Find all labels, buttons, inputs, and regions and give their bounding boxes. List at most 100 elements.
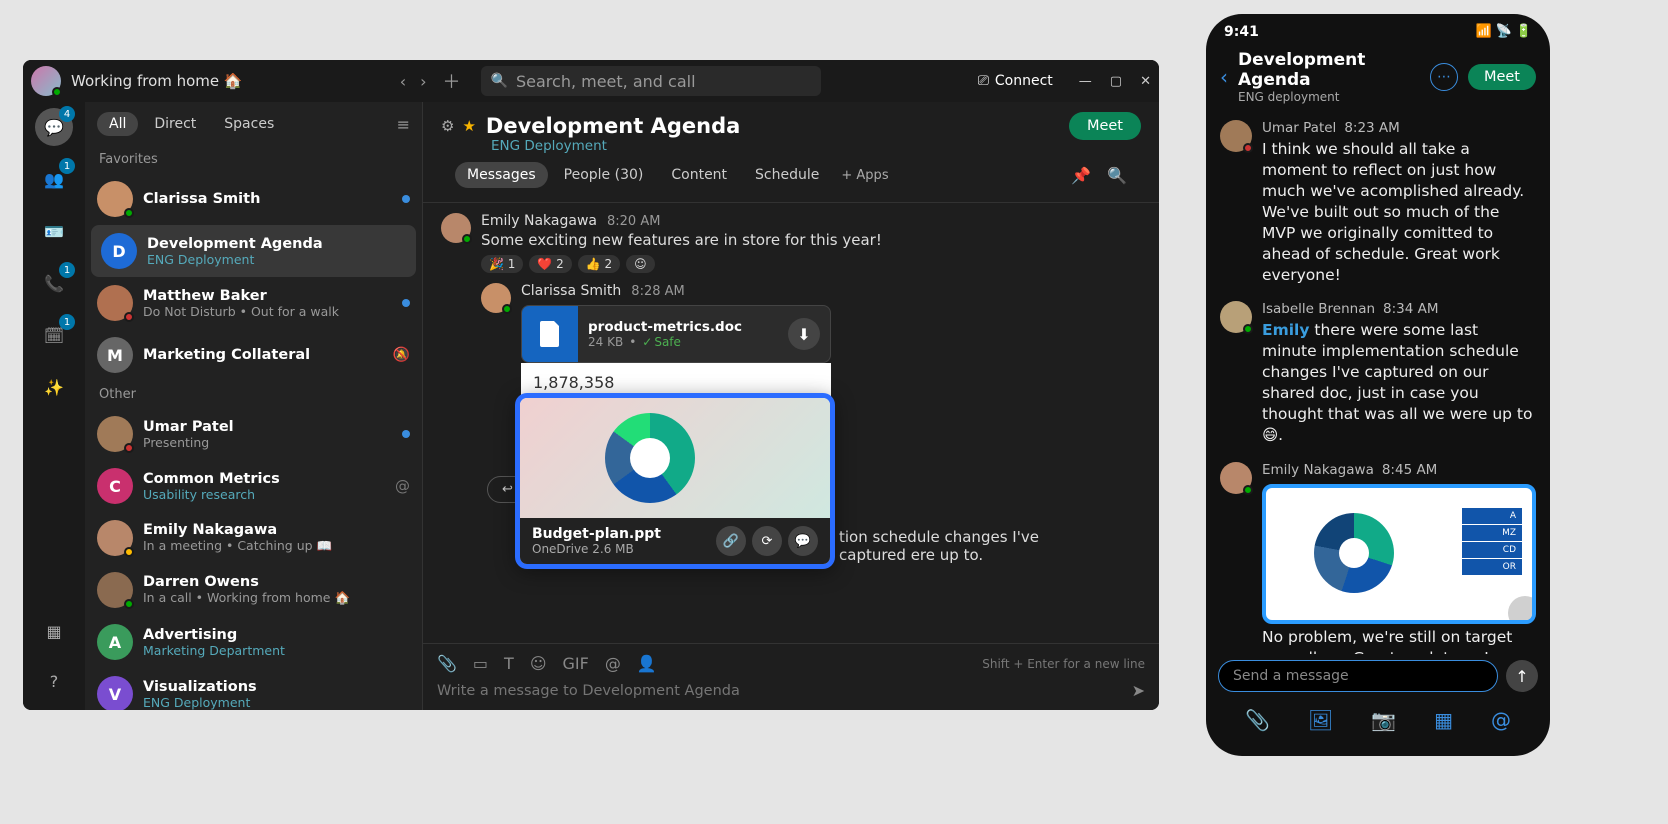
rail-activity[interactable]: ✨ <box>35 368 73 406</box>
rail-help[interactable]: ? <box>35 662 73 700</box>
nav-back-icon[interactable]: ‹ <box>400 72 406 91</box>
filter-direct[interactable]: Direct <box>142 112 208 136</box>
tab-people[interactable]: People (30) <box>552 162 656 188</box>
mention-icon[interactable]: @ <box>605 654 621 673</box>
mobile-image-icon[interactable]: 🖼 <box>1308 708 1333 732</box>
filter-menu-icon[interactable]: ≡ <box>397 115 410 134</box>
onedrive-file-name: Budget-plan.ppt <box>532 526 710 542</box>
mobile-mention-icon[interactable]: @ <box>1491 708 1511 732</box>
search-in-space-icon[interactable]: 🔍 <box>1107 166 1127 185</box>
msg-author: Isabelle Brennan <box>1262 301 1375 317</box>
rail-apps[interactable]: ▦ <box>35 612 73 650</box>
mobile-toolbar: 📎 🖼 📷 ▦ @ <box>1206 698 1550 756</box>
donut-chart-icon <box>1314 513 1394 593</box>
conversation-item[interactable]: AAdvertisingMarketing Department <box>85 616 422 668</box>
tab-schedule[interactable]: Schedule <box>743 162 831 188</box>
conversation-item[interactable]: DDevelopment AgendaENG Deployment <box>91 225 416 277</box>
message-input[interactable] <box>437 683 1132 699</box>
close-button[interactable]: ✕ <box>1140 74 1151 89</box>
onedrive-file-meta: OneDrive 2.6 MB <box>532 542 710 556</box>
mobile-msg: Isabelle Brennan 8:34 AM Emily there were … <box>1220 301 1536 446</box>
rail-contacts[interactable]: 🪪 <box>35 212 73 250</box>
mobile-gif-icon[interactable]: ▦ <box>1434 708 1453 732</box>
mobile-app: 9:41 📶 📡 🔋 ‹ Development Agenda ENG depl… <box>1206 14 1550 756</box>
bitmoji-icon[interactable]: 👤 <box>637 654 657 673</box>
rail-calls[interactable]: 📞 1 <box>35 264 73 302</box>
mobile-meet-button[interactable]: Meet <box>1468 64 1536 90</box>
maximize-button[interactable]: ▢ <box>1110 74 1122 89</box>
conv-subtitle: Marketing Department <box>143 643 410 658</box>
minimize-button[interactable]: — <box>1079 74 1092 89</box>
mobile-send-button[interactable]: ↑ <box>1506 660 1538 692</box>
mobile-camera-icon[interactable]: 📷 <box>1371 708 1396 732</box>
space-title: Development Agenda <box>486 114 740 138</box>
mobile-status-bar: 9:41 📶 📡 🔋 <box>1206 14 1550 44</box>
avatar <box>441 213 471 243</box>
file-attachment[interactable]: product-metrics.doc 24 KB • ✓ Safe ⬇ <box>521 305 831 363</box>
msg-time: 8:34 AM <box>1383 301 1439 317</box>
connect-label: Connect <box>995 73 1053 89</box>
reaction-pill[interactable]: 🎉 1 <box>481 255 523 273</box>
messages-view[interactable]: Emily Nakagawa 8:20 AM Some exciting new… <box>423 203 1159 643</box>
presence-dot <box>124 443 134 453</box>
share-bubble[interactable] <box>1508 596 1536 624</box>
conversation-item[interactable]: Matthew BakerDo Not Disturb • Out for a … <box>85 277 422 329</box>
reaction-pill[interactable]: 👍 2 <box>578 255 620 273</box>
pin-icon[interactable]: 📌 <box>1071 166 1091 185</box>
reaction-pill[interactable]: ☺ <box>626 255 655 273</box>
onedrive-link-icon[interactable]: 🔗 <box>716 526 746 556</box>
mobile-message-input[interactable]: Send a message <box>1218 660 1498 692</box>
tab-messages[interactable]: Messages <box>455 162 548 188</box>
mobile-attach-icon[interactable]: 📎 <box>1245 708 1270 732</box>
new-conversation-button[interactable]: ＋ <box>443 68 461 94</box>
gif-icon[interactable]: GIF <box>563 654 589 673</box>
rail-calendar[interactable]: 🗓 1 <box>35 316 73 354</box>
connect-button[interactable]: ⎚ Connect <box>978 73 1053 89</box>
onedrive-comment-icon[interactable]: 💬 <box>788 526 818 556</box>
download-button[interactable]: ⬇ <box>788 318 820 350</box>
attach-icon[interactable]: 📎 <box>437 654 457 673</box>
mobile-back-button[interactable]: ‹ <box>1220 65 1228 89</box>
send-button[interactable]: ➤ <box>1132 681 1145 700</box>
onedrive-share-card[interactable]: OneDrive Budget-plan.ppt OneDrive 2.6 MB… <box>515 393 835 569</box>
file-name: product-metrics.doc <box>588 319 778 335</box>
nav-forward-icon[interactable]: › <box>420 72 426 91</box>
rail-chat[interactable]: 💬 4 <box>35 108 73 146</box>
msg-author: Umar Patel <box>1262 120 1336 136</box>
mention-badge: @ <box>395 477 410 495</box>
tab-content[interactable]: Content <box>659 162 739 188</box>
conv-name: Marketing Collateral <box>143 347 383 363</box>
shared-chart[interactable]: AMZCDOR <box>1262 484 1536 624</box>
gear-icon[interactable]: ⚙ <box>441 117 454 135</box>
search-input[interactable]: 🔍 Search, meet, and call <box>481 66 821 96</box>
filter-all[interactable]: All <box>97 112 138 136</box>
reaction-pill[interactable]: ❤️ 2 <box>529 255 571 273</box>
conv-name: Advertising <box>143 627 410 643</box>
self-avatar[interactable] <box>31 66 61 96</box>
rail-chat-badge: 4 <box>59 106 75 122</box>
self-presence-dot <box>52 87 62 97</box>
avatar: M <box>97 337 133 373</box>
avatar: V <box>97 676 133 710</box>
mobile-more-button[interactable]: ⋯ <box>1430 63 1458 91</box>
screen-icon[interactable]: ▭ <box>473 654 488 673</box>
star-icon[interactable]: ★ <box>462 117 475 135</box>
titlebar: Working from home 🏠 ‹ › ＋ 🔍 Search, meet… <box>23 60 1159 102</box>
tab-apps[interactable]: + Apps <box>841 168 888 183</box>
mobile-messages[interactable]: Umar Patel8:23 AMI think we should all t… <box>1206 110 1550 654</box>
conversation-item[interactable]: Darren OwensIn a call • Working from hom… <box>85 564 422 616</box>
format-icon[interactable]: T <box>504 654 514 673</box>
meet-button[interactable]: Meet <box>1069 112 1141 140</box>
conversation-item[interactable]: Clarissa Smith <box>85 173 422 225</box>
conversation-item[interactable]: Umar PatelPresenting <box>85 408 422 460</box>
conversation-item[interactable]: MMarketing Collateral🔕 <box>85 329 422 381</box>
conversation-item[interactable]: Emily NakagawaIn a meeting • Catching up… <box>85 512 422 564</box>
filter-spaces[interactable]: Spaces <box>212 112 286 136</box>
conversation-item[interactable]: VVisualizationsENG Deployment <box>85 668 422 710</box>
avatar <box>97 572 133 608</box>
onedrive-refresh-icon[interactable]: ⟳ <box>752 526 782 556</box>
conversation-item[interactable]: CCommon MetricsUsability research@ <box>85 460 422 512</box>
rail-teams[interactable]: 👥 1 <box>35 160 73 198</box>
emoji-icon[interactable]: ☺ <box>530 654 547 673</box>
msg-text: Emily there were some last minute implem… <box>1262 320 1536 446</box>
